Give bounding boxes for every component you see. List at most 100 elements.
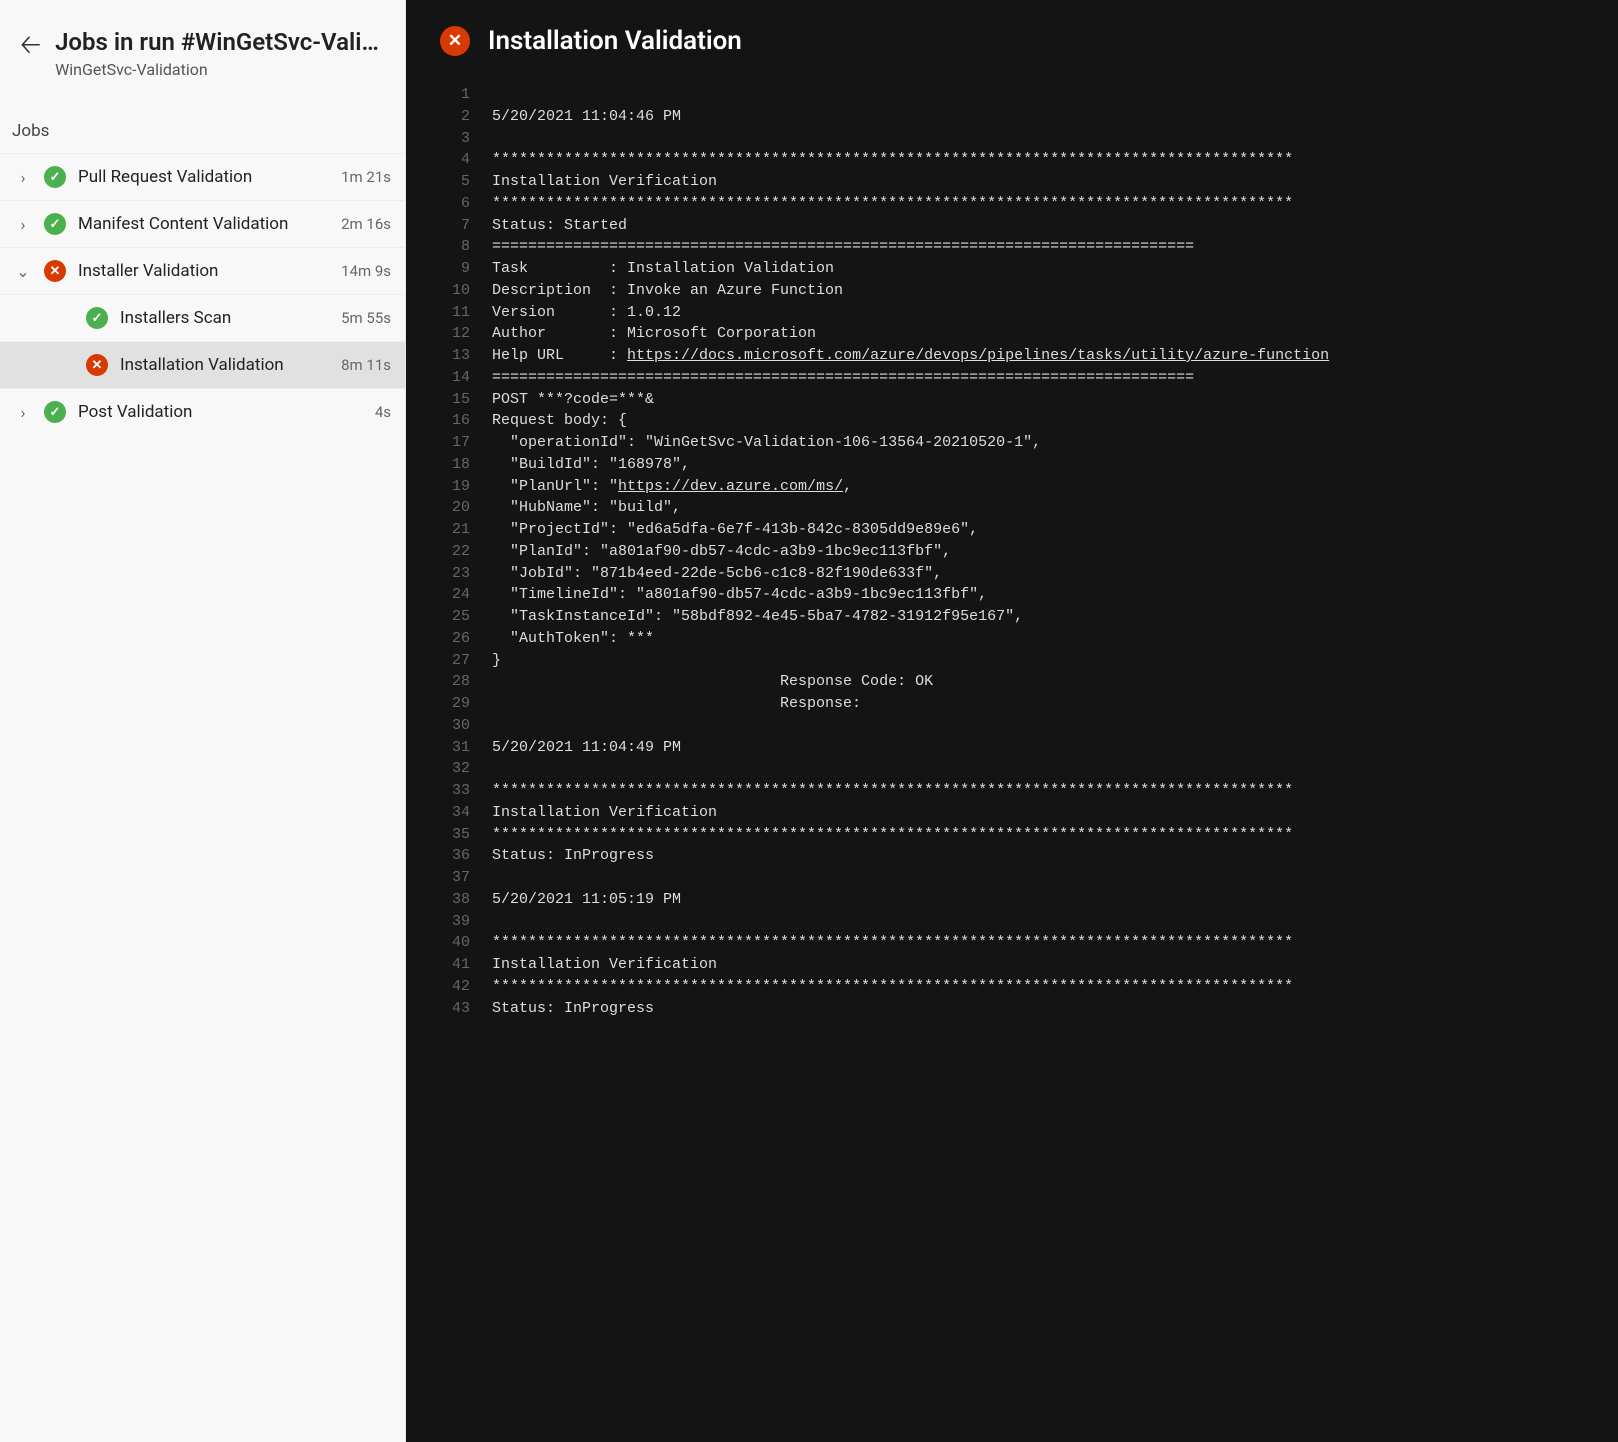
log-link[interactable]: https://docs.microsoft.com/azure/devops/… bbox=[627, 347, 1329, 364]
step-row[interactable]: ✓Installers Scan5m 55s bbox=[0, 294, 405, 341]
line-content: "TimelineId": "a801af90-db57-4cdc-a3b9-1… bbox=[492, 584, 987, 606]
chevron-down-icon[interactable]: ⌄ bbox=[14, 262, 32, 281]
line-number: 40 bbox=[430, 932, 470, 954]
check-icon: ✓ bbox=[44, 401, 66, 423]
log-line: 5Installation Verification bbox=[430, 171, 1594, 193]
log-line: 20 "HubName": "build", bbox=[430, 497, 1594, 519]
line-number: 1 bbox=[430, 84, 470, 106]
line-number: 17 bbox=[430, 432, 470, 454]
right-panel: ✕ Installation Validation 125/20/2021 11… bbox=[406, 0, 1618, 1442]
job-row[interactable]: ⌄✕Installer Validation14m 9s bbox=[0, 247, 405, 294]
log-line: 4***************************************… bbox=[430, 149, 1594, 171]
log-line: 40 **************************************… bbox=[430, 932, 1594, 954]
line-content: Author : Microsoft Corporation bbox=[492, 323, 816, 345]
chevron-right-icon[interactable]: › bbox=[14, 403, 32, 422]
line-content: "ProjectId": "ed6a5dfa-6e7f-413b-842c-83… bbox=[492, 519, 978, 541]
log-line: 41Installation Verification bbox=[430, 954, 1594, 976]
line-content: Request body: { bbox=[492, 410, 627, 432]
log-line: 23 "JobId": "871b4eed-22de-5cb6-c1c8-82f… bbox=[430, 563, 1594, 585]
chevron-right-icon[interactable]: › bbox=[14, 215, 32, 234]
line-number: 13 bbox=[430, 345, 470, 367]
job-name: Manifest Content Validation bbox=[78, 214, 329, 234]
line-number: 31 bbox=[430, 737, 470, 759]
line-content: "BuildId": "168978", bbox=[492, 454, 690, 476]
log-line: 32 bbox=[430, 758, 1594, 780]
log-link[interactable]: https://dev.azure.com/ms/ bbox=[618, 478, 843, 495]
log-line: 15POST ***?code=***& bbox=[430, 389, 1594, 411]
line-content: ****************************************… bbox=[492, 780, 1293, 802]
line-content: Response Code: OK bbox=[492, 671, 933, 693]
line-content: ========================================… bbox=[492, 236, 1194, 258]
line-number: 3 bbox=[430, 128, 470, 150]
page-subtitle: WinGetSvc-Validation bbox=[55, 60, 385, 79]
log-line: 21 "ProjectId": "ed6a5dfa-6e7f-413b-842c… bbox=[430, 519, 1594, 541]
line-content: ****************************************… bbox=[492, 149, 1293, 171]
line-number: 42 bbox=[430, 976, 470, 998]
cross-icon: ✕ bbox=[86, 354, 108, 376]
job-duration: 1m 21s bbox=[341, 168, 391, 186]
job-row[interactable]: ›✓Pull Request Validation1m 21s bbox=[0, 153, 405, 200]
line-content: Installation Verification bbox=[492, 171, 717, 193]
line-number: 25 bbox=[430, 606, 470, 628]
line-content: 5/20/2021 11:05:19 PM bbox=[492, 889, 681, 911]
log-line: 37 bbox=[430, 867, 1594, 889]
log-line: 9Task : Installation Validation bbox=[430, 258, 1594, 280]
line-number: 27 bbox=[430, 650, 470, 672]
log-output[interactable]: 125/20/2021 11:04:46 PM34***************… bbox=[406, 74, 1618, 1442]
line-content: Version : 1.0.12 bbox=[492, 302, 681, 324]
line-number: 29 bbox=[430, 693, 470, 715]
job-row[interactable]: ›✓Post Validation4s bbox=[0, 388, 405, 435]
line-number: 35 bbox=[430, 824, 470, 846]
cross-icon: ✕ bbox=[44, 260, 66, 282]
log-line: 39 bbox=[430, 911, 1594, 933]
log-line: 38 5/20/2021 11:05:19 PM bbox=[430, 889, 1594, 911]
line-number: 24 bbox=[430, 584, 470, 606]
line-content: "operationId": "WinGetSvc-Validation-106… bbox=[492, 432, 1041, 454]
line-number: 9 bbox=[430, 258, 470, 280]
line-content: ****************************************… bbox=[492, 932, 1293, 954]
log-line: 11Version : 1.0.12 bbox=[430, 302, 1594, 324]
log-line: 30 bbox=[430, 715, 1594, 737]
job-list: ›✓Pull Request Validation1m 21s›✓Manifes… bbox=[0, 153, 405, 435]
line-number: 23 bbox=[430, 563, 470, 585]
job-row[interactable]: › ✓ Manifest Content Validation 2m 16s bbox=[0, 200, 405, 247]
line-number: 30 bbox=[430, 715, 470, 737]
line-content: } bbox=[492, 650, 501, 672]
back-arrow-icon[interactable]: 🡠 bbox=[20, 28, 41, 58]
line-number: 7 bbox=[430, 215, 470, 237]
check-icon: ✓ bbox=[44, 213, 66, 235]
line-number: 32 bbox=[430, 758, 470, 780]
line-number: 43 bbox=[430, 998, 470, 1020]
line-number: 41 bbox=[430, 954, 470, 976]
log-line: 22 "PlanId": "a801af90-db57-4cdc-a3b9-1b… bbox=[430, 541, 1594, 563]
line-content: Description : Invoke an Azure Function bbox=[492, 280, 843, 302]
job-name: Installer Validation bbox=[78, 261, 329, 281]
line-content: Status: InProgress bbox=[492, 845, 654, 867]
log-line: 25/20/2021 11:04:46 PM bbox=[430, 106, 1594, 128]
line-number: 6 bbox=[430, 193, 470, 215]
line-content: ****************************************… bbox=[492, 193, 1293, 215]
line-content: Response: bbox=[492, 693, 861, 715]
line-number: 8 bbox=[430, 236, 470, 258]
log-line: 43Status: InProgress bbox=[430, 998, 1594, 1020]
log-line: 315/20/2021 11:04:49 PM bbox=[430, 737, 1594, 759]
log-line: 8 =======================================… bbox=[430, 236, 1594, 258]
line-content: ****************************************… bbox=[492, 976, 1293, 998]
line-content: "PlanUrl": "https://dev.azure.com/ms/, bbox=[492, 476, 852, 498]
job-duration: 2m 16s bbox=[341, 215, 391, 233]
check-icon: ✓ bbox=[86, 307, 108, 329]
log-line: 13Help URL : https://docs.microsoft.com/… bbox=[430, 345, 1594, 367]
log-line: 3 bbox=[430, 128, 1594, 150]
step-row[interactable]: ✕Installation Validation8m 11s bbox=[0, 341, 405, 388]
line-number: 19 bbox=[430, 476, 470, 498]
line-content: "AuthToken": *** bbox=[492, 628, 654, 650]
detail-header: ✕ Installation Validation bbox=[406, 0, 1618, 74]
line-number: 38 bbox=[430, 889, 470, 911]
line-content: ****************************************… bbox=[492, 824, 1293, 846]
line-number: 33 bbox=[430, 780, 470, 802]
log-line: 26 "AuthToken": *** bbox=[430, 628, 1594, 650]
chevron-right-icon[interactable]: › bbox=[14, 168, 32, 187]
log-line: 25 "TaskInstanceId": "58bdf892-4e45-5ba7… bbox=[430, 606, 1594, 628]
line-content: ========================================… bbox=[492, 367, 1194, 389]
log-line: 12Author : Microsoft Corporation bbox=[430, 323, 1594, 345]
